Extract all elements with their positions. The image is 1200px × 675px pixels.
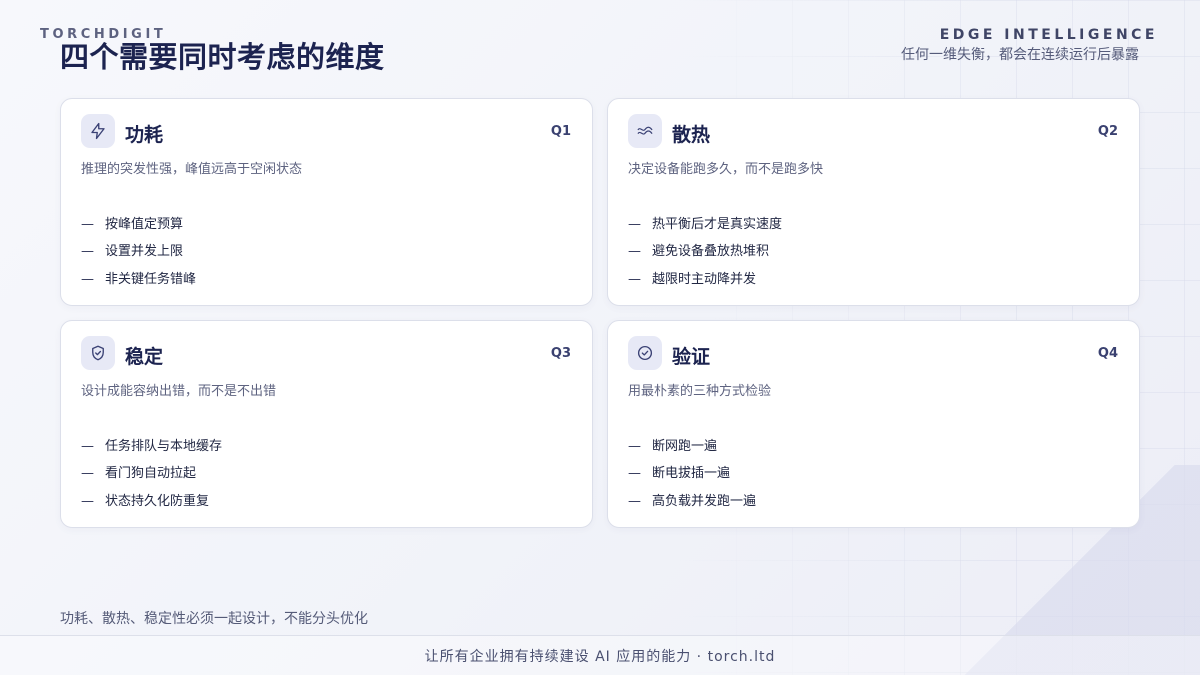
list-item: — 状态持久化防重复	[81, 488, 222, 516]
card-cooling: 散热 Q2 决定设备能跑多久，而不是跑多快 — 热平衡后才是真实速度 — 避免设备叠…	[607, 98, 1140, 306]
footer-text: 让所有企业拥有持续建设 AI 应用的能力 · torch.ltd	[424, 648, 776, 665]
card-item-list: — 断网跑一遍 — 断电拔插一遍 — 高负载并发跑一遍	[628, 433, 756, 516]
list-item: — 非关键任务错峰	[81, 266, 196, 294]
card-stability: 稳定 Q3 设计成能容纳出错，而不是不出错 — 任务排队与本地缓存 — 看门狗自动拉…	[60, 320, 593, 528]
list-item: — 看门狗自动拉起	[81, 461, 222, 489]
card-item-list: — 热平衡后才是真实速度 — 避免设备叠放热堆积 — 越限时主动降并发	[628, 211, 782, 294]
page-title: 四个需要同时考虑的维度	[60, 40, 385, 74]
card-title: 验证	[672, 346, 711, 368]
footnote: 功耗、散热、稳定性必须一起设计，不能分头优化	[60, 611, 368, 627]
list-item-text: 断网跑一遍	[652, 438, 718, 454]
list-item-text: 状态持久化防重复	[105, 493, 210, 509]
card-verification: 验证 Q4 用最朴素的三种方式检验 — 断网跑一遍 — 断电拔插一遍 — 高负载并发跑…	[607, 320, 1140, 528]
list-item: — 任务排队与本地缓存	[81, 433, 222, 461]
dash-bullet: —	[81, 216, 94, 232]
card-code: Q4	[1097, 346, 1118, 361]
dash-bullet: —	[628, 438, 641, 454]
lightning-icon	[81, 114, 115, 148]
card-description: 决定设备能跑多久，而不是跑多快	[628, 162, 824, 177]
list-item: — 越限时主动降并发	[628, 266, 782, 294]
card-title: 功耗	[125, 124, 164, 146]
dash-bullet: —	[81, 244, 94, 260]
list-item: — 高负载并发跑一遍	[628, 488, 756, 516]
card-item-list: — 任务排队与本地缓存 — 看门狗自动拉起 — 状态持久化防重复	[81, 433, 222, 516]
list-item-text: 非关键任务错峰	[105, 271, 197, 287]
dash-bullet: —	[628, 271, 641, 287]
card-power: 功耗 Q1 推理的突发性强，峰值远高于空闲状态 — 按峰值定预算 — 设置并发上限 …	[60, 98, 593, 306]
list-item-text: 设置并发上限	[105, 244, 184, 260]
list-item-text: 避免设备叠放热堆积	[652, 244, 770, 260]
section-tag: EDGE INTELLIGENCE	[939, 27, 1158, 43]
list-item-text: 任务排队与本地缓存	[105, 438, 223, 454]
dash-bullet: —	[81, 466, 94, 482]
footer: 让所有企业拥有持续建设 AI 应用的能力 · torch.ltd	[0, 635, 1200, 675]
card-item-list: — 按峰值定预算 — 设置并发上限 — 非关键任务错峰	[81, 211, 196, 294]
list-item: — 避免设备叠放热堆积	[628, 239, 782, 267]
card-title: 散热	[672, 124, 711, 146]
list-item-text: 越限时主动降并发	[652, 271, 757, 287]
list-item: — 热平衡后才是真实速度	[628, 211, 782, 239]
card-description: 设计成能容纳出错，而不是不出错	[81, 384, 277, 399]
card-description: 用最朴素的三种方式检验	[628, 384, 772, 399]
list-item-text: 热平衡后才是真实速度	[652, 216, 783, 232]
check-circle-icon	[628, 336, 662, 370]
dash-bullet: —	[628, 493, 641, 509]
card-description: 推理的突发性强，峰值远高于空闲状态	[81, 162, 303, 177]
dash-bullet: —	[81, 271, 94, 287]
list-item-text: 断电拔插一遍	[652, 466, 731, 482]
list-item: — 设置并发上限	[81, 239, 196, 267]
dash-bullet: —	[628, 466, 641, 482]
list-item-text: 按峰值定预算	[105, 216, 184, 232]
dash-bullet: —	[81, 493, 94, 509]
card-code: Q2	[1097, 124, 1118, 139]
card-title: 稳定	[125, 346, 164, 368]
list-item-text: 高负载并发跑一遍	[652, 493, 757, 509]
list-item: — 断电拔插一遍	[628, 461, 756, 489]
section-subtitle: 任何一维失衡，都会在连续运行后暴露	[901, 47, 1139, 63]
card-code: Q1	[550, 124, 571, 139]
dash-bullet: —	[628, 244, 641, 260]
shield-check-icon	[81, 336, 115, 370]
dimension-cards: 功耗 Q1 推理的突发性强，峰值远高于空闲状态 — 按峰值定预算 — 设置并发上限 …	[60, 98, 1140, 528]
dash-bullet: —	[628, 216, 641, 232]
list-item: — 按峰值定预算	[81, 211, 196, 239]
wave-icon	[628, 114, 662, 148]
list-item: — 断网跑一遍	[628, 433, 756, 461]
card-code: Q3	[550, 346, 571, 361]
list-item-text: 看门狗自动拉起	[105, 466, 197, 482]
dash-bullet: —	[81, 438, 94, 454]
